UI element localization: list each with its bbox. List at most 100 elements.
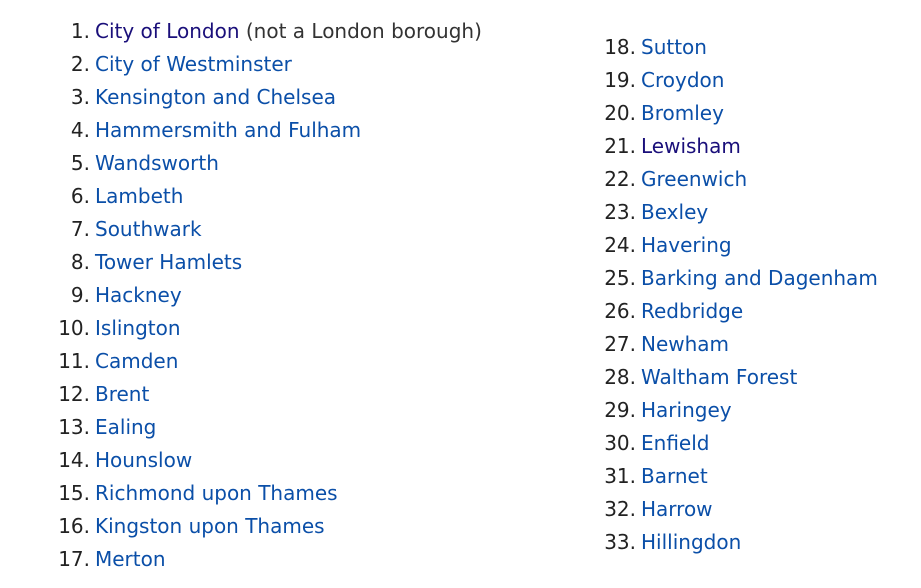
borough-link[interactable]: Haringey	[641, 398, 732, 422]
borough-link[interactable]: Waltham Forest	[641, 365, 797, 389]
list-item: 3. Kensington and Chelsea	[0, 81, 520, 114]
item-number: 27.	[604, 332, 636, 356]
borough-link[interactable]: City of Westminster	[95, 52, 292, 76]
borough-link[interactable]: Lewisham	[641, 134, 741, 158]
item-number: 15.	[58, 481, 90, 505]
item-number: 29.	[604, 398, 636, 422]
borough-link[interactable]: Tower Hamlets	[95, 250, 242, 274]
borough-link[interactable]: Brent	[95, 382, 149, 406]
item-number: 2.	[70, 52, 90, 76]
list-item: 5. Wandsworth	[0, 147, 520, 180]
item-number: 22.	[604, 167, 636, 191]
list-item: 21. Lewisham	[560, 130, 920, 163]
borough-link[interactable]: Southwark	[95, 217, 202, 241]
list-item: 13. Ealing	[0, 411, 520, 444]
borough-link[interactable]: Hounslow	[95, 448, 192, 472]
list-item: 17. Merton	[0, 543, 520, 576]
list-item: 26. Redbridge	[560, 295, 920, 328]
item-number: 18.	[604, 35, 636, 59]
borough-link[interactable]: Kingston upon Thames	[95, 514, 325, 538]
item-number: 11.	[58, 349, 90, 373]
item-number: 19.	[604, 68, 636, 92]
item-number: 10.	[58, 316, 90, 340]
item-number: 31.	[604, 464, 636, 488]
borough-link[interactable]: Barnet	[641, 464, 708, 488]
list-item: 19. Croydon	[560, 64, 920, 97]
list-item: 8. Tower Hamlets	[0, 246, 520, 279]
borough-link[interactable]: Camden	[95, 349, 178, 373]
list-item: 10. Islington	[0, 312, 520, 345]
list-item: 18. Sutton	[560, 31, 920, 64]
list-item: 9. Hackney	[0, 279, 520, 312]
list-item: 22. Greenwich	[560, 163, 920, 196]
item-number: 17.	[58, 547, 90, 571]
borough-link[interactable]: Merton	[95, 547, 166, 571]
borough-link[interactable]: Hammersmith and Fulham	[95, 118, 361, 142]
list-item: 28. Waltham Forest	[560, 361, 920, 394]
list-item: 14. Hounslow	[0, 444, 520, 477]
borough-link[interactable]: Lambeth	[95, 184, 183, 208]
borough-list-left: 1. City of London (not a London borough) …	[0, 15, 520, 576]
item-number: 1.	[70, 19, 90, 43]
item-number: 14.	[58, 448, 90, 472]
list-item: 6. Lambeth	[0, 180, 520, 213]
item-number: 26.	[604, 299, 636, 323]
borough-link[interactable]: Wandsworth	[95, 151, 219, 175]
borough-link[interactable]: Havering	[641, 233, 732, 257]
list-item: 2. City of Westminster	[0, 48, 520, 81]
list-item: 15. Richmond upon Thames	[0, 477, 520, 510]
list-item: 31. Barnet	[560, 460, 920, 493]
item-number: 6.	[70, 184, 90, 208]
list-item: 32. Harrow	[560, 493, 920, 526]
list-item: 4. Hammersmith and Fulham	[0, 114, 520, 147]
list-item: 11. Camden	[0, 345, 520, 378]
item-number: 20.	[604, 101, 636, 125]
list-item: 24. Havering	[560, 229, 920, 262]
item-number: 3.	[70, 85, 90, 109]
borough-link[interactable]: Sutton	[641, 35, 707, 59]
borough-link[interactable]: Bexley	[641, 200, 708, 224]
item-number: 23.	[604, 200, 636, 224]
item-number: 28.	[604, 365, 636, 389]
item-number: 9.	[70, 283, 90, 307]
borough-link[interactable]: Bromley	[641, 101, 724, 125]
item-number: 25.	[604, 266, 636, 290]
item-number: 12.	[58, 382, 90, 406]
borough-link[interactable]: Islington	[95, 316, 181, 340]
list-item: 29. Haringey	[560, 394, 920, 427]
list-item: 16. Kingston upon Thames	[0, 510, 520, 543]
list-item: 27. Newham	[560, 328, 920, 361]
borough-link[interactable]: Hackney	[95, 283, 182, 307]
borough-link[interactable]: City of London	[95, 19, 240, 43]
list-item: 1. City of London (not a London borough)	[0, 15, 520, 48]
item-number: 8.	[70, 250, 90, 274]
borough-link[interactable]: Ealing	[95, 415, 156, 439]
borough-link[interactable]: Greenwich	[641, 167, 747, 191]
borough-link[interactable]: Newham	[641, 332, 729, 356]
list-item: 25. Barking and Dagenham	[560, 262, 920, 295]
borough-link[interactable]: Barking and Dagenham	[641, 266, 878, 290]
item-note: (not a London borough)	[239, 19, 482, 43]
item-number: 4.	[70, 118, 90, 142]
item-number: 7.	[70, 217, 90, 241]
item-number: 33.	[604, 530, 636, 554]
list-item: 7. Southwark	[0, 213, 520, 246]
borough-link[interactable]: Richmond upon Thames	[95, 481, 338, 505]
item-number: 13.	[58, 415, 90, 439]
borough-link[interactable]: Redbridge	[641, 299, 743, 323]
borough-link[interactable]: Hillingdon	[641, 530, 741, 554]
item-number: 21.	[604, 134, 636, 158]
borough-link[interactable]: Croydon	[641, 68, 724, 92]
item-number: 32.	[604, 497, 636, 521]
item-number: 16.	[58, 514, 90, 538]
borough-link[interactable]: Kensington and Chelsea	[95, 85, 336, 109]
list-item: 30. Enfield	[560, 427, 920, 460]
borough-link[interactable]: Enfield	[641, 431, 709, 455]
list-item: 33. Hillingdon	[560, 526, 920, 559]
borough-list-right: 18. Sutton 19. Croydon 20. Bromley 21. Lewis…	[560, 31, 920, 559]
item-number: 30.	[604, 431, 636, 455]
list-item: 12. Brent	[0, 378, 520, 411]
item-number: 24.	[604, 233, 636, 257]
item-number: 5.	[70, 151, 90, 175]
borough-link[interactable]: Harrow	[641, 497, 713, 521]
